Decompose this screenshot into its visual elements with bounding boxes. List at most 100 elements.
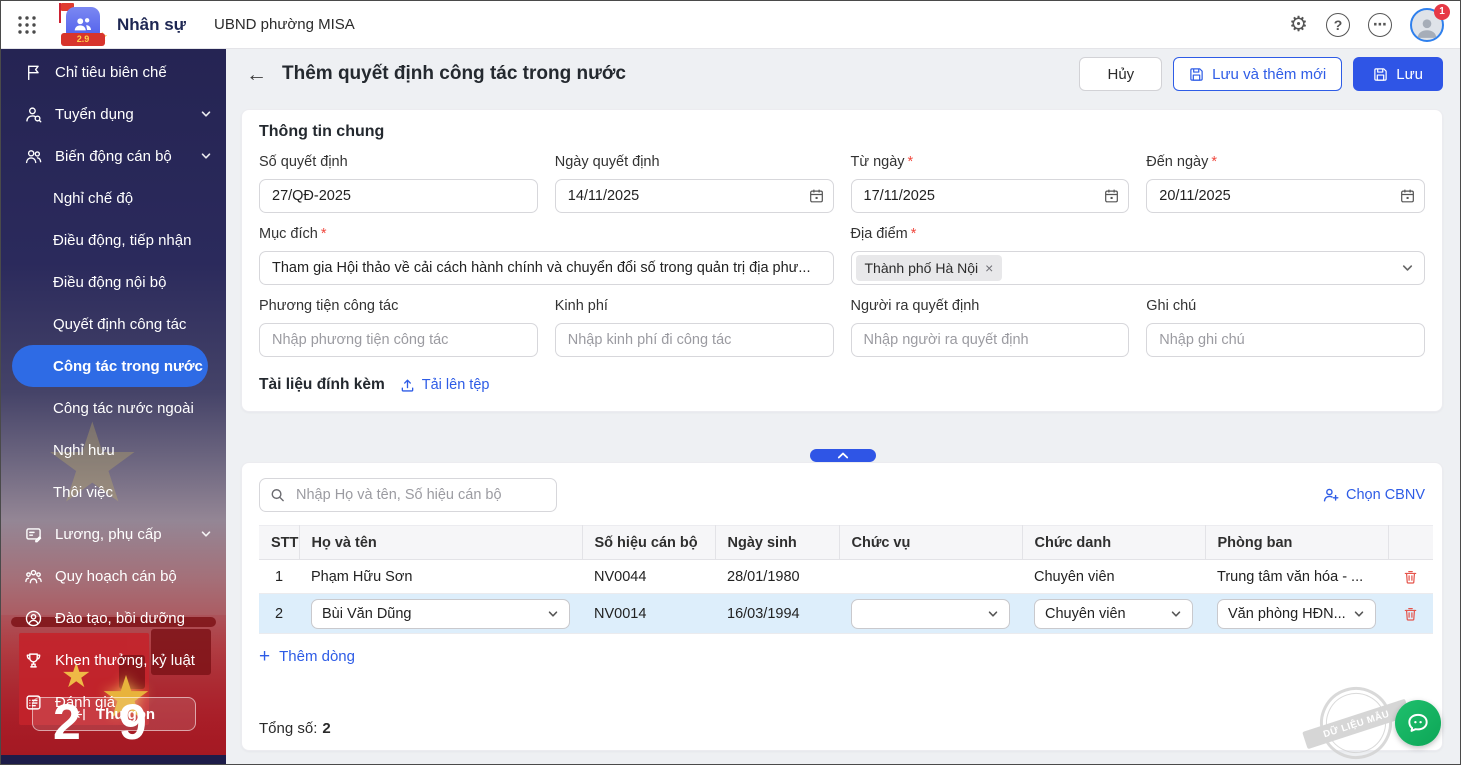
main-content: ← Thêm quyết định công tác trong nước Hủ… — [226, 49, 1460, 764]
chevron-down-icon[interactable] — [1401, 262, 1414, 275]
support-chat-button[interactable] — [1395, 700, 1441, 746]
app-title: Nhân sự — [117, 15, 186, 35]
search-icon — [270, 488, 285, 503]
cell-title: Chuyên viên — [1022, 560, 1205, 594]
sidebar-item-luong-phu-cap[interactable]: Lương, phụ cấp — [1, 513, 226, 555]
location-multiselect[interactable]: Thành phố Hà Nội × — [851, 251, 1426, 285]
chevron-down-icon — [200, 150, 212, 162]
collapse-section-button[interactable] — [810, 449, 876, 462]
org-name[interactable]: UBND phường MISA — [214, 16, 355, 33]
field-from-date: Từ ngày* — [851, 154, 1130, 213]
chevron-up-icon — [837, 451, 849, 460]
field-decision-date: Ngày quyết định — [555, 154, 834, 213]
title-select[interactable]: Chuyên viên — [1034, 599, 1193, 629]
field-decision-number: Số quyết định — [259, 154, 538, 213]
cell-department: Trung tâm văn hóa - ... — [1205, 560, 1388, 594]
topbar: ★ 2.9 Nhân sự UBND phường MISA ⚙ ? ⋯ 1 — [1, 1, 1460, 49]
chevron-down-icon — [1170, 608, 1182, 620]
app-window: ★ 2.9 Nhân sự UBND phường MISA ⚙ ? ⋯ 1 ★ — [0, 0, 1461, 765]
decision-number-input[interactable] — [259, 179, 538, 213]
more-options-icon[interactable]: ⋯ — [1368, 13, 1392, 37]
field-decision-maker: Người ra quyết định — [851, 298, 1130, 357]
section-title: Thông tin chung — [259, 123, 1425, 141]
choose-cbnv-button[interactable]: Chọn CBNV — [1323, 487, 1425, 503]
note-input[interactable] — [1146, 323, 1425, 357]
sidebar-subitem-nghi-che-do[interactable]: Nghỉ chế độ — [1, 177, 226, 219]
calendar-icon[interactable] — [809, 189, 824, 204]
cell-position — [839, 560, 1022, 594]
column-header-actions — [1388, 526, 1433, 560]
sidebar: ★ ★ ★ 2 9 Chỉ tiêu biên chế Tuyển dụng — [1, 49, 226, 764]
attachments-title: Tài liệu đính kèm — [259, 376, 385, 394]
remove-tag-icon[interactable]: × — [985, 261, 993, 275]
sidebar-subitem-cong-tac-nuoc-ngoai[interactable]: Công tác nước ngoài — [1, 387, 226, 429]
column-header-stt: STT — [259, 526, 299, 560]
purpose-input[interactable] — [259, 251, 834, 285]
sidebar-subitem-thoi-viec[interactable]: Thôi việc — [1, 471, 226, 513]
table-row-selected[interactable]: 2 Bùi Văn Dũng NV0014 16/03/1994 — [259, 594, 1433, 634]
employee-search — [259, 478, 557, 512]
sidebar-item-khen-thuong-ky-luat[interactable]: Khen thưởng, kỷ luật — [1, 639, 226, 681]
people-icon — [25, 148, 42, 165]
decision-maker-input[interactable] — [851, 323, 1130, 357]
delete-row-button[interactable] — [1400, 606, 1421, 622]
sidebar-subitem-cong-tac-trong-nuoc-active[interactable]: Công tác trong nước — [12, 345, 208, 387]
calendar-icon[interactable] — [1104, 189, 1119, 204]
version-badge: 2.9 — [61, 33, 105, 46]
cancel-button[interactable]: Hủy — [1079, 57, 1162, 91]
from-date-input[interactable] — [851, 179, 1130, 213]
location-tag: Thành phố Hà Nội × — [856, 255, 1003, 281]
collapse-left-icon — [72, 707, 87, 722]
sidebar-subitem-dieu-dong-noi-bo[interactable]: Điều động nội bộ — [1, 261, 226, 303]
upload-file-button[interactable]: Tải lên tệp — [400, 377, 490, 393]
upload-icon — [400, 378, 415, 393]
notification-badge: 1 — [1434, 4, 1450, 20]
position-select[interactable] — [851, 599, 1010, 629]
name-select[interactable]: Bùi Văn Dũng — [311, 599, 570, 629]
person-search-icon — [25, 106, 42, 123]
total-count: Tổng số:2 — [259, 720, 331, 737]
vehicle-input[interactable] — [259, 323, 538, 357]
plus-icon: + — [259, 647, 270, 666]
calendar-icon[interactable] — [1400, 189, 1415, 204]
table-row[interactable]: 1 Phạm Hữu Sơn NV0044 28/01/1980 Chuyên … — [259, 560, 1433, 594]
save-button[interactable]: Lưu — [1353, 57, 1443, 91]
person-circle-icon — [25, 610, 42, 627]
sidebar-subitem-quyet-dinh-cong-tac[interactable]: Quyết định công tác — [1, 303, 226, 345]
person-plus-icon — [1323, 487, 1339, 503]
help-icon[interactable]: ? — [1326, 13, 1350, 37]
to-date-input[interactable] — [1146, 179, 1425, 213]
chevron-down-icon — [200, 108, 212, 120]
sidebar-subitem-dieu-dong-tiep-nhan[interactable]: Điều động, tiếp nhận — [1, 219, 226, 261]
employee-table-card: Chọn CBNV STT Họ và tên Số hiệu cán bộ N… — [241, 462, 1443, 751]
sidebar-item-quy-hoach-can-bo[interactable]: Quy hoạch cán bộ — [1, 555, 226, 597]
column-header-title: Chức danh — [1022, 526, 1205, 560]
trash-icon — [1403, 606, 1418, 622]
budget-input[interactable] — [555, 323, 834, 357]
cell-dob: 28/01/1980 — [715, 560, 839, 594]
sidebar-item-chi-tieu-bien-che[interactable]: Chỉ tiêu biên chế — [1, 51, 226, 93]
sidebar-item-bien-dong-can-bo[interactable]: Biến động cán bộ — [1, 135, 226, 177]
department-select[interactable]: Văn phòng HĐN... — [1217, 599, 1376, 629]
add-row-button[interactable]: + Thêm dòng — [259, 647, 1425, 666]
sidebar-subitem-nghi-huu[interactable]: Nghỉ hưu — [1, 429, 226, 471]
field-budget: Kinh phí — [555, 298, 834, 357]
sidebar-item-tuyen-dung[interactable]: Tuyển dụng — [1, 93, 226, 135]
sidebar-item-dao-tao-boi-duong[interactable]: Đào tạo, bồi dưỡng — [1, 597, 226, 639]
decision-date-input[interactable] — [555, 179, 834, 213]
collapse-sidebar-button[interactable]: Thu gọn — [32, 697, 196, 731]
back-button[interactable]: ← — [246, 64, 267, 85]
page-header: ← Thêm quyết định công tác trong nước Hủ… — [226, 49, 1460, 99]
field-purpose: Mục đích* — [259, 226, 834, 285]
flag-icon — [25, 64, 42, 81]
save-and-new-button[interactable]: Lưu và thêm mới — [1173, 57, 1342, 91]
column-header-position: Chức vụ — [839, 526, 1022, 560]
settings-gear-icon[interactable]: ⚙ — [1289, 14, 1308, 35]
app-logo: ★ 2.9 — [63, 5, 103, 45]
field-note: Ghi chú — [1146, 298, 1425, 357]
employee-search-input[interactable] — [259, 478, 557, 512]
column-header-code: Số hiệu cán bộ — [582, 526, 715, 560]
app-grid-icon[interactable] — [13, 11, 41, 39]
employee-table: STT Họ và tên Số hiệu cán bộ Ngày sinh C… — [259, 525, 1433, 634]
delete-row-button[interactable] — [1400, 569, 1421, 585]
